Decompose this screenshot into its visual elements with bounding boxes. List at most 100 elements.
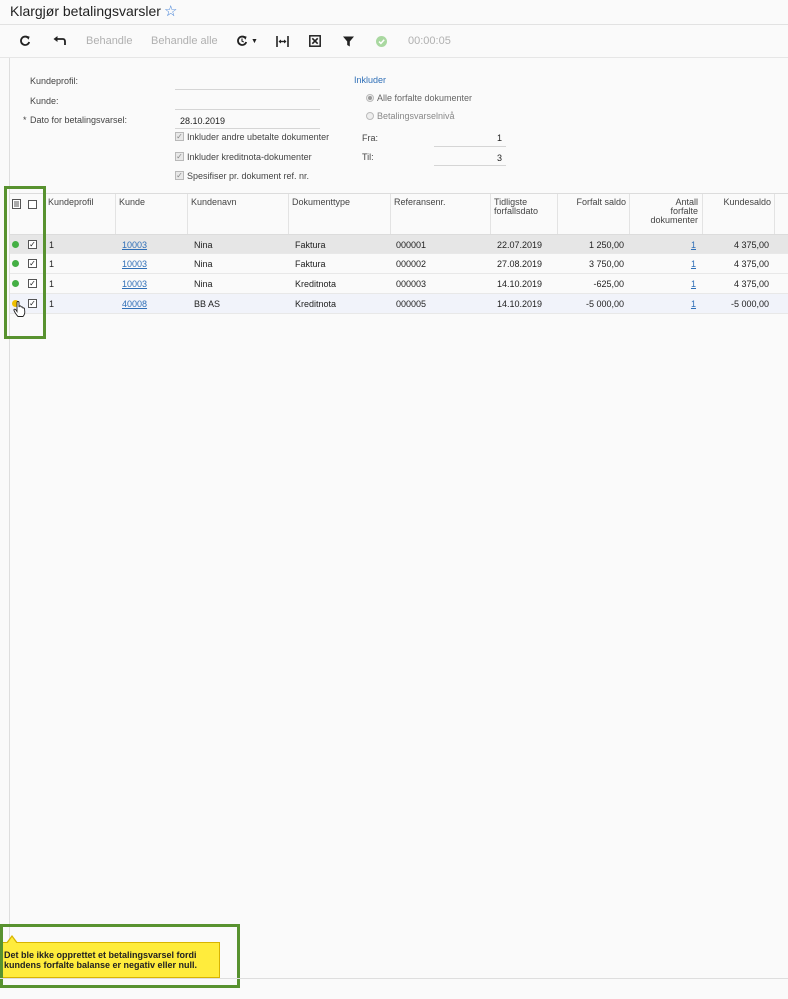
col-sep bbox=[774, 194, 775, 234]
chevron-down-icon: ▼ bbox=[251, 37, 258, 45]
col-sep bbox=[288, 194, 289, 234]
cell-profile: 1 bbox=[49, 240, 55, 250]
customer-underline bbox=[175, 109, 320, 110]
col-sep bbox=[557, 194, 558, 234]
cell-count-link[interactable]: 1 bbox=[650, 294, 696, 314]
cell-due-balance: -5 000,00 bbox=[585, 299, 624, 309]
cell-doc-type: Faktura bbox=[295, 240, 326, 250]
elapsed-timer: 00:00:05 bbox=[408, 35, 451, 47]
export-excel-icon bbox=[309, 35, 321, 47]
cell-count-link[interactable]: 1 bbox=[650, 274, 696, 294]
cell-customer-name: Nina bbox=[194, 279, 213, 289]
export-button[interactable] bbox=[309, 33, 321, 49]
schedule-button[interactable]: ▼ bbox=[236, 33, 258, 49]
header-ref-no[interactable]: Referansenr. bbox=[394, 198, 446, 207]
cell-profile: 1 bbox=[49, 279, 55, 289]
cell-due-balance: 1 250,00 bbox=[588, 240, 624, 250]
date-label: Dato for betalingsvarsel: bbox=[30, 115, 128, 125]
header-count-l3: dokumenter bbox=[650, 215, 698, 225]
radio-reminder-level[interactable] bbox=[366, 112, 374, 120]
cell-customer-link[interactable]: 10003 bbox=[122, 254, 147, 274]
cell-doc-type: Faktura bbox=[295, 259, 326, 269]
header-count[interactable]: Antall forfalte dokumenter bbox=[632, 198, 698, 225]
table-row[interactable]: ✓ 1 10003 Nina Kreditnota 000003 14.10.2… bbox=[10, 274, 788, 294]
bottom-divider bbox=[0, 978, 788, 979]
cell-due-date: 27.08.2019 bbox=[496, 259, 542, 269]
radio-all-due-label: Alle forfalte dokumenter bbox=[377, 93, 473, 103]
required-mark: * bbox=[23, 115, 27, 125]
cell-count-link[interactable]: 1 bbox=[650, 254, 696, 274]
table-row[interactable]: ✓ 1 10003 Nina Faktura 000002 27.08.2019… bbox=[10, 254, 788, 274]
date-field[interactable]: 28.10.2019 bbox=[180, 116, 225, 126]
col-sep bbox=[115, 194, 116, 234]
undo-button[interactable] bbox=[53, 33, 66, 49]
cell-count-link[interactable]: 1 bbox=[650, 235, 696, 255]
filter-icon bbox=[343, 36, 354, 46]
radio-reminder-level-label: Betalingsvarselnivå bbox=[377, 111, 455, 121]
include-unpaid-label: Inkluder andre ubetalte dokumenter bbox=[187, 132, 330, 142]
col-sep bbox=[629, 194, 630, 234]
header-profile[interactable]: Kundeprofil bbox=[48, 198, 94, 207]
cell-profile: 1 bbox=[49, 299, 55, 309]
cell-due-balance: 3 750,00 bbox=[588, 259, 624, 269]
header-due-balance[interactable]: Forfalt saldo bbox=[560, 198, 626, 207]
to-field[interactable]: 3 bbox=[434, 153, 502, 163]
refresh-button[interactable] bbox=[19, 33, 31, 49]
include-credit-label: Inkluder kreditnota-dokumenter bbox=[187, 152, 312, 162]
include-credit-checkbox[interactable]: ✓ bbox=[175, 152, 184, 161]
cell-due-date: 14.10.2019 bbox=[496, 299, 542, 309]
cell-customer-link[interactable]: 40008 bbox=[122, 294, 147, 314]
col-sep bbox=[702, 194, 703, 234]
schedule-refresh-icon bbox=[237, 35, 248, 46]
col-sep bbox=[390, 194, 391, 234]
favorite-star-icon[interactable]: ☆ bbox=[164, 2, 177, 20]
header-customer-balance[interactable]: Kundesaldo bbox=[705, 198, 771, 207]
process-all-button[interactable]: Behandle alle bbox=[151, 33, 218, 49]
cell-ref-no: 000001 bbox=[396, 240, 427, 250]
radio-all-due[interactable] bbox=[366, 94, 374, 102]
cell-customer-balance: 4 375,00 bbox=[733, 240, 769, 250]
refresh-icon bbox=[20, 35, 31, 46]
cell-customer-link[interactable]: 10003 bbox=[122, 274, 147, 294]
customer-label: Kunde: bbox=[30, 96, 59, 106]
header-earliest-due-l2: forfallsdato bbox=[494, 206, 539, 216]
header-customer[interactable]: Kunde bbox=[119, 198, 145, 207]
cell-customer-name: Nina bbox=[194, 259, 213, 269]
cell-due-date: 22.07.2019 bbox=[496, 240, 542, 250]
customer-field[interactable] bbox=[180, 96, 320, 108]
status-indicator bbox=[376, 33, 387, 49]
customer-profile-field[interactable] bbox=[180, 76, 320, 88]
filter-button[interactable] bbox=[343, 33, 354, 49]
form-divider bbox=[10, 193, 788, 194]
cell-customer-balance: 4 375,00 bbox=[733, 259, 769, 269]
page-title: Klargjør betalingsvarsler bbox=[10, 3, 161, 19]
check-circle-icon bbox=[376, 35, 387, 47]
from-underline bbox=[434, 146, 506, 147]
cell-due-balance: -625,00 bbox=[593, 279, 624, 289]
cell-doc-type: Kreditnota bbox=[295, 299, 337, 309]
fit-width-button[interactable] bbox=[276, 33, 289, 49]
table-row[interactable]: ✓ 1 10003 Nina Faktura 000001 22.07.2019… bbox=[10, 234, 788, 254]
from-label: Fra: bbox=[362, 133, 379, 143]
from-field[interactable]: 1 bbox=[434, 133, 502, 143]
cell-customer-link[interactable]: 10003 bbox=[122, 235, 147, 255]
header-doc-type[interactable]: Dokumenttype bbox=[292, 198, 350, 207]
cell-ref-no: 000002 bbox=[396, 259, 427, 269]
customer-profile-underline bbox=[175, 89, 320, 90]
header-customer-name[interactable]: Kundenavn bbox=[191, 198, 237, 207]
to-label: Til: bbox=[362, 152, 374, 162]
cell-doc-type: Kreditnota bbox=[295, 279, 337, 289]
specify-ref-checkbox[interactable]: ✓ bbox=[175, 171, 184, 180]
highlight-frame bbox=[4, 186, 46, 339]
col-sep bbox=[490, 194, 491, 234]
specify-ref-label: Spesifiser pr. dokument ref. nr. bbox=[187, 171, 310, 181]
header-earliest-due[interactable]: Tidligste forfallsdato bbox=[494, 198, 538, 216]
table-row[interactable]: ✓ 1 40008 BB AS Kreditnota 000005 14.10.… bbox=[10, 294, 788, 314]
include-unpaid-checkbox[interactable]: ✓ bbox=[175, 132, 184, 141]
cell-customer-balance: -5 000,00 bbox=[730, 299, 769, 309]
to-underline bbox=[434, 165, 506, 166]
cell-customer-balance: 4 375,00 bbox=[733, 279, 769, 289]
fit-width-icon bbox=[276, 35, 289, 47]
undo-icon bbox=[53, 36, 66, 45]
process-button[interactable]: Behandle bbox=[86, 33, 133, 49]
